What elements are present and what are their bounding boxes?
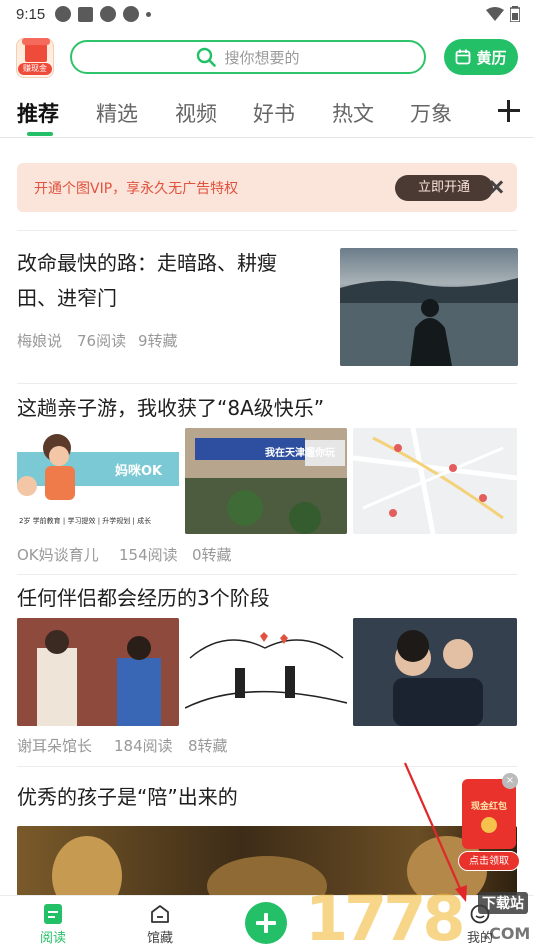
tab-books[interactable]: 好书 [253,98,295,128]
brand-label: 妈咪OK [115,464,163,479]
tab-video[interactable]: 视频 [175,98,217,128]
search-icon [197,47,217,67]
site-watermark: 1778 下载站 .COM [305,872,534,950]
vip-promo-banner: 开通个图VIP，享永久无广告特权 立即开通 [17,163,517,212]
app-notification-icon [100,6,117,22]
red-packet-title: 现金红包 [470,802,507,812]
article-image: 妈咪OK 2岁 学前教育 | 学习提效 | 升学规划 | 成长 [17,428,179,534]
article-reposts: 9转藏 [138,332,178,350]
article-author: 梅娘说 [17,332,63,350]
top-header: 赚现金 搜你想要的 黄历 [0,30,534,86]
almanac-button[interactable]: 黄历 [444,39,518,75]
status-bar: 9:15 [0,0,534,28]
earn-cash-badge[interactable]: 赚现金 [16,38,54,78]
article-title: 任何伴侣都会经历的3个阶段 [17,586,270,610]
article-title: 这趟亲子游，我收获了“8A级快乐” [17,396,325,420]
search-input[interactable]: 搜你想要的 [70,40,426,74]
article-title: 优秀的孩子是“陪”出来的 [17,785,238,809]
coin-icon [481,817,497,833]
article-reads: 184阅读 [114,737,173,755]
more-notifications-icon [146,11,152,17]
divider [17,230,517,231]
article-thumbnail [340,248,518,366]
nav-read-label: 阅读 [39,931,66,946]
channel-tabs: 推荐 精选 视频 好书 热文 万象 [0,92,534,138]
article-author: 谢耳朵馆长 [17,737,93,755]
app-notification-icon [123,6,140,22]
article-reposts: 8转藏 [188,737,228,755]
nav-read[interactable]: 阅读 [23,904,83,946]
tab-recommend[interactable]: 推荐 [17,98,59,128]
read-icon [44,904,62,924]
article-title: 田、进窄门 [17,286,117,310]
library-icon [151,905,169,923]
calendar-icon [456,49,471,65]
article-reads: 154阅读 [119,546,178,564]
app-notification-icon [78,6,94,22]
article-author: OK妈谈育儿 [17,546,99,564]
article-image [353,618,517,726]
almanac-label: 黄历 [476,48,507,67]
divider [17,574,517,575]
divider [17,766,517,767]
article-image: 我在天津遛你玩 [185,428,347,534]
divider [17,383,517,384]
wifi-icon [486,7,504,21]
close-icon[interactable] [486,177,506,197]
article-map-image [353,428,517,534]
watermark-badge: 下载站 [478,892,528,914]
article-image [17,618,179,726]
tab-hot-articles[interactable]: 热文 [332,98,374,128]
notification-icons [55,6,152,22]
add-button[interactable] [245,902,287,944]
close-icon[interactable]: × [502,773,518,789]
article-reposts: 0转藏 [192,546,232,564]
watermark-suffix: .COM [483,924,531,943]
red-packet-widget[interactable]: 现金红包 点击领取 × [458,773,520,871]
active-tab-indicator [27,132,53,136]
gift-icon [22,38,50,62]
status-time: 9:15 [16,5,46,23]
tab-featured[interactable]: 精选 [96,98,138,128]
add-channel-icon[interactable] [498,100,520,122]
vip-promo-text: 开通个图VIP，享永久无广告特权 [34,181,239,197]
article-image [185,618,347,726]
nav-library-label: 馆藏 [146,931,173,946]
red-packet-envelope: 现金红包 [462,779,516,849]
system-icons [486,6,520,22]
claim-button[interactable]: 点击领取 [458,851,520,871]
app-notification-icon [55,6,72,22]
tab-panorama[interactable]: 万象 [410,98,452,128]
article-reads: 76阅读 [77,332,127,350]
nav-library[interactable]: 馆藏 [130,904,190,946]
vip-activate-button[interactable]: 立即开通 [395,175,493,201]
search-placeholder: 搜你想要的 [224,48,300,67]
battery-icon [510,6,520,22]
brand-tagline: 2岁 学前教育 | 学习提效 | 升学规划 | 成长 [19,517,152,525]
earn-cash-label: 赚现金 [18,63,52,75]
watermark-number: 1778 [305,882,466,950]
article-title: 改命最快的路：走暗路、耕瘦 [17,251,277,275]
sign-text: 我在天津遛你玩 [265,448,335,459]
